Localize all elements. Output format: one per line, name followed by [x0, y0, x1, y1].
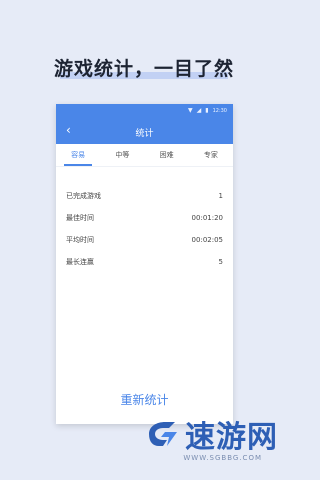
watermark: 速游网 — [145, 412, 278, 456]
stat-value: 00:02:05 — [191, 236, 223, 244]
stat-row: 平均时间 00:02:05 — [66, 229, 223, 251]
signal-icon: ◢ — [196, 107, 202, 114]
tab-easy[interactable]: 容易 — [56, 144, 100, 166]
app-bar: ▼ ◢ ▮ 12:30 ‹ 统计 — [56, 104, 233, 144]
stat-value: 00:01:20 — [191, 214, 223, 222]
stat-label: 平均时间 — [66, 236, 94, 244]
stat-row: 最佳时间 00:01:20 — [66, 207, 223, 229]
tab-expert[interactable]: 专家 — [189, 144, 233, 166]
phone-frame: ▼ ◢ ▮ 12:30 ‹ 统计 容易 中等 困难 专家 已完成游戏 1 最佳时… — [56, 104, 233, 424]
logo-icon — [149, 422, 177, 446]
stat-label: 最佳时间 — [66, 214, 94, 222]
status-bar: ▼ ◢ ▮ 12:30 — [188, 106, 227, 116]
battery-icon: ▮ — [205, 107, 209, 114]
watermark-domain: WWW.SGBBG.COM — [183, 454, 262, 462]
stat-value: 1 — [218, 192, 223, 200]
reset-stats-button[interactable]: 重新统计 — [56, 391, 233, 408]
stat-row: 最长连赢 5 — [66, 251, 223, 273]
stat-label: 最长连赢 — [66, 258, 94, 266]
stat-row: 已完成游戏 1 — [66, 185, 223, 207]
tab-hard[interactable]: 困难 — [145, 144, 189, 166]
stat-value: 5 — [218, 258, 223, 266]
watermark-brand: 速游网 — [185, 420, 278, 455]
tab-medium[interactable]: 中等 — [100, 144, 144, 166]
page-title: 统计 — [135, 129, 154, 139]
headline: 游戏统计，一目了然 — [53, 58, 234, 80]
difficulty-tabs: 容易 中等 困难 专家 — [56, 144, 233, 167]
wifi-icon: ▼ — [188, 107, 193, 114]
status-time: 12:30 — [212, 108, 227, 114]
stat-label: 已完成游戏 — [66, 192, 101, 200]
stats-list: 已完成游戏 1 最佳时间 00:01:20 平均时间 00:02:05 最长连赢… — [56, 185, 233, 273]
